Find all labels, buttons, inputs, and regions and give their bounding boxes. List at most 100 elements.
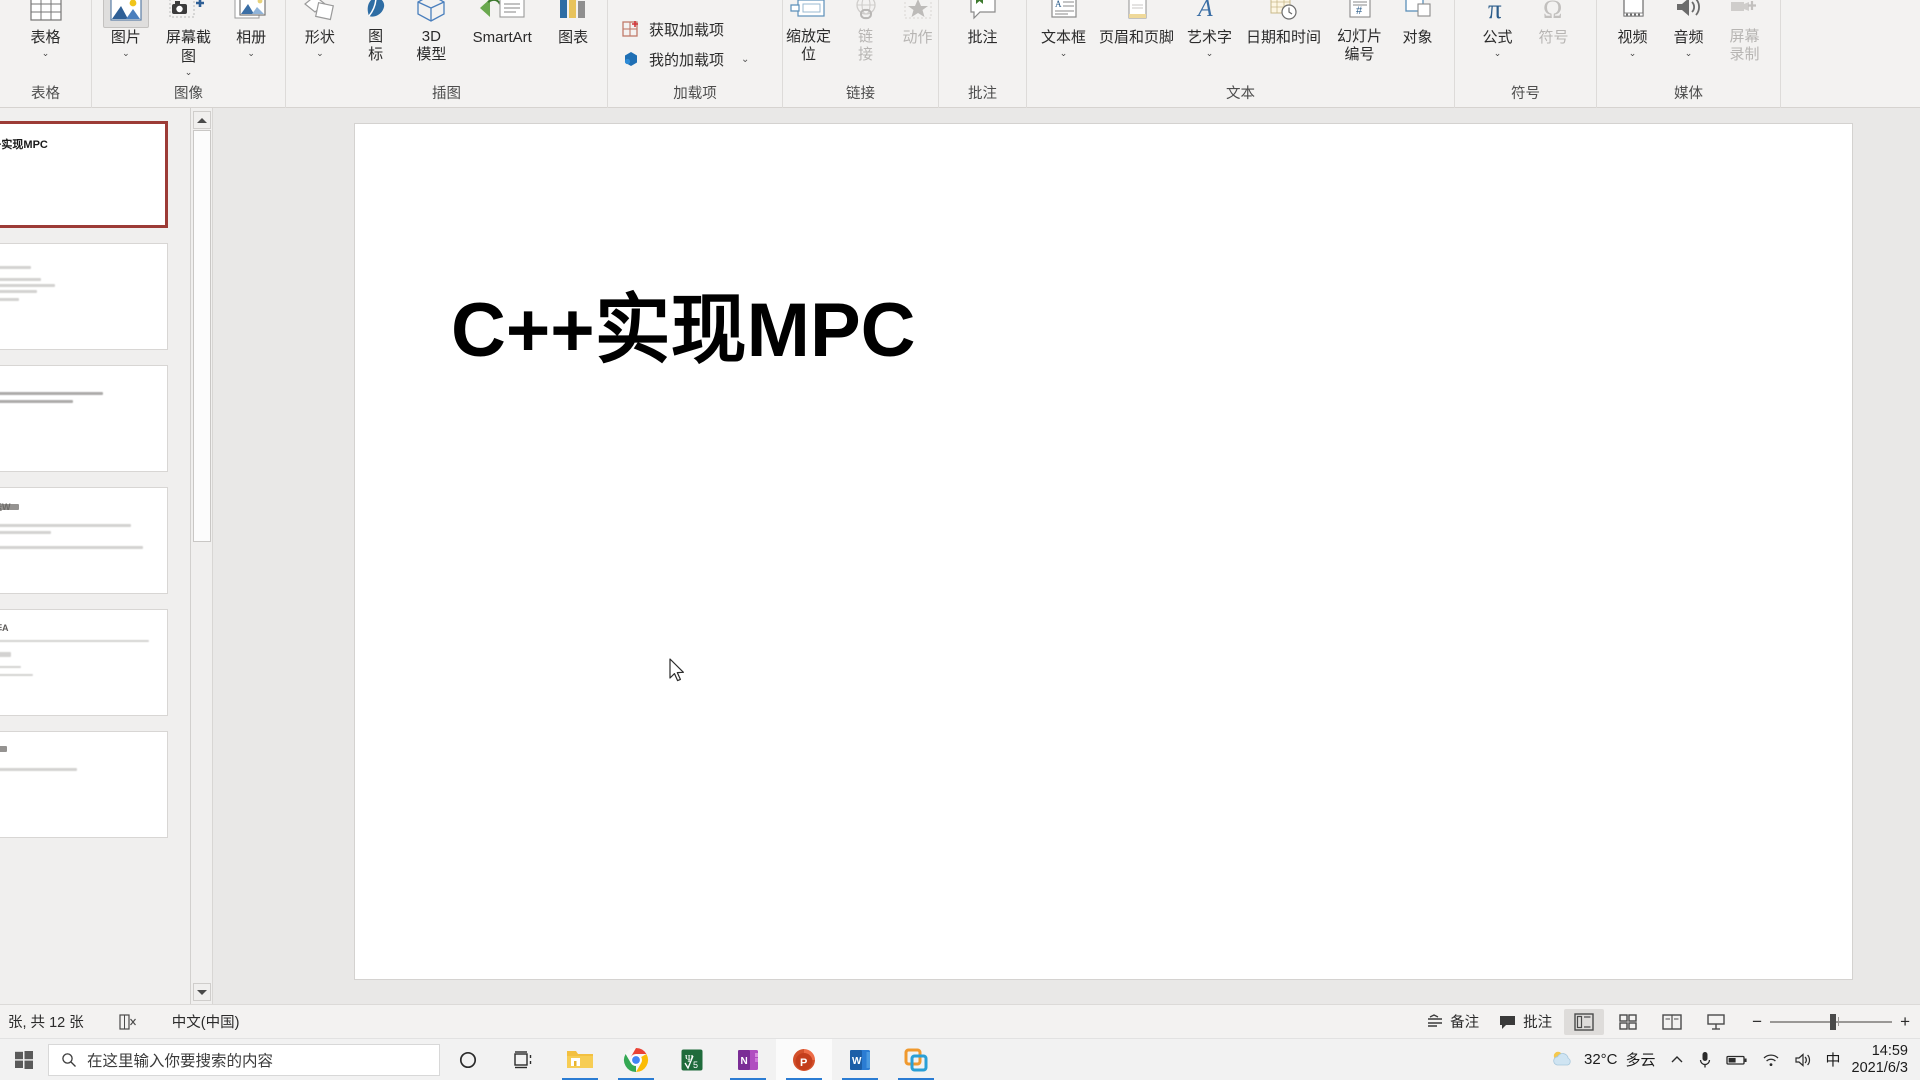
slide-thumbnail-2[interactable] <box>0 243 168 350</box>
chevron-down-icon[interactable]: ⌄ <box>185 67 193 77</box>
zoom-out-button[interactable]: − <box>1752 1012 1762 1032</box>
scroll-down-button[interactable] <box>193 983 211 1001</box>
ribbon-button-audio[interactable]: 音频 ⌄ <box>1661 0 1717 58</box>
addins-icon <box>620 48 642 70</box>
triangle-up-icon <box>197 117 207 123</box>
network-tray-button[interactable] <box>1755 1039 1787 1080</box>
chevron-down-icon[interactable]: ⌄ <box>42 48 50 58</box>
ribbon-button-equation[interactable]: π 公式 ⌄ <box>1470 0 1526 58</box>
ribbon-label: 3D 模型 <box>416 28 447 63</box>
taskbar-app-file-explorer[interactable] <box>552 1039 608 1080</box>
chevron-down-icon[interactable]: ⌄ <box>1685 48 1693 58</box>
ribbon-button-table[interactable]: 表格 ⌄ <box>18 0 74 58</box>
start-button[interactable] <box>0 1039 48 1080</box>
slide-thumbnail-6[interactable] <box>0 731 168 838</box>
system-tray: 32°C 多云 中 14:59 2021/6/3 <box>1543 1039 1920 1080</box>
chevron-down-icon[interactable]: ⌄ <box>1206 48 1214 58</box>
ribbon-button-header-footer[interactable]: 页眉和页脚 <box>1092 0 1182 47</box>
ribbon-button-get-addins[interactable]: 获取加载项 <box>614 14 730 44</box>
ribbon-group-illustrations: 形状 ⌄ 图 标 3D 模型 SmartArt 图表 插图 <box>286 0 608 108</box>
svg-text:W: W <box>852 1056 862 1067</box>
ribbon-button-object[interactable]: 对象 <box>1390 0 1446 47</box>
chevron-down-icon[interactable]: ⌄ <box>316 48 324 58</box>
slide-thumbnail-3[interactable] <box>0 365 168 472</box>
taskbar-app-chrome[interactable] <box>608 1039 664 1080</box>
chevron-down-icon[interactable]: ⌄ <box>1494 48 1502 58</box>
slide-title-placeholder[interactable]: C++实现MPC <box>451 276 1751 406</box>
ribbon-button-smartart[interactable]: SmartArt <box>459 0 545 47</box>
view-button-slide-sorter[interactable] <box>1608 1009 1648 1035</box>
chevron-down-icon[interactable]: ⌄ <box>741 54 749 65</box>
taskbar-app-word[interactable]: W <box>832 1039 888 1080</box>
taskbar-app-mathtype[interactable]: Ψ 5 <box>664 1039 720 1080</box>
show-hidden-icons-button[interactable] <box>1663 1039 1691 1080</box>
cortana-button[interactable] <box>440 1039 496 1080</box>
ribbon-button-pictures[interactable]: 图片 ⌄ <box>98 0 154 58</box>
search-placeholder: 在这里输入你要搜索的内容 <box>87 1052 274 1070</box>
slide-number-icon: # <box>1337 0 1383 28</box>
taskbar-app-onenote[interactable]: N <box>720 1039 776 1080</box>
comments-button[interactable]: 批注 <box>1491 1008 1560 1035</box>
ribbon-label: 缩放定 位 <box>785 28 831 63</box>
slide-thumbnail-4[interactable]: 迭W <box>0 487 168 594</box>
svg-text:#: # <box>1356 5 1363 17</box>
thumbnail-pane-scrollbar[interactable] <box>191 108 213 1004</box>
slide-thumbnail-5[interactable]: 阵A <box>0 609 168 716</box>
ribbon-button-slide-number[interactable]: # 幻灯片 编号 <box>1330 0 1390 64</box>
taskbar-app-powerpoint[interactable]: P <box>776 1038 832 1080</box>
ribbon-button-my-addins[interactable]: 我的加载项 ⌄ <box>614 44 755 74</box>
battery-tray-button[interactable] <box>1719 1039 1755 1080</box>
chevron-down-icon[interactable]: ⌄ <box>1060 48 1068 58</box>
slide-thumbnail-title: 阵A <box>0 623 9 633</box>
ribbon-button-screenshot[interactable]: 屏幕截图 ⌄ <box>154 0 224 77</box>
ribbon-button-text-box[interactable]: A 文本框 ⌄ <box>1036 0 1092 58</box>
ribbon-button-video[interactable]: 视频 ⌄ <box>1605 0 1661 58</box>
ribbon-button-3d-model[interactable]: 3D 模型 <box>404 0 460 64</box>
chevron-down-icon[interactable]: ⌄ <box>1629 48 1637 58</box>
ribbon-button-comment[interactable]: 批注 <box>955 0 1011 47</box>
ribbon-button-shapes[interactable]: 形状 ⌄ <box>292 0 348 58</box>
view-button-reading[interactable] <box>1652 1009 1692 1035</box>
wifi-icon <box>1763 1053 1778 1066</box>
ribbon-button-date-time[interactable]: 日期和时间 <box>1238 0 1330 47</box>
volume-tray-button[interactable] <box>1787 1039 1819 1080</box>
slide-canvas[interactable]: C++实现MPC <box>355 124 1852 979</box>
windows-taskbar: 在这里输入你要搜索的内容 Ψ 5 N P W 32°C 多云 中 14:59 2… <box>0 1038 1920 1080</box>
slide-thumbnail-1[interactable]: +实现MPC <box>0 121 168 228</box>
chevron-down-icon[interactable]: ⌄ <box>247 48 255 58</box>
view-button-slideshow[interactable] <box>1696 1009 1736 1035</box>
ribbon-button-chart[interactable]: 图表 <box>545 0 601 47</box>
accessibility-check-button[interactable] <box>110 1010 146 1034</box>
slide-editor-area[interactable]: C++实现MPC <box>213 108 1920 1004</box>
zoom-in-button[interactable]: + <box>1900 1012 1910 1032</box>
ime-indicator[interactable]: 中 <box>1819 1039 1848 1080</box>
scrollbar-thumb[interactable] <box>193 130 211 542</box>
audio-icon <box>1666 0 1712 28</box>
taskbar-app-vmware[interactable] <box>888 1039 944 1080</box>
language-indicator[interactable]: 中文(中国) <box>164 1008 248 1035</box>
weather-temperature: 32°C <box>1584 1051 1618 1068</box>
ribbon-button-icons[interactable]: 图 标 <box>348 0 404 64</box>
svg-text:N: N <box>741 1056 748 1067</box>
chevron-down-icon[interactable]: ⌄ <box>122 48 130 58</box>
ribbon-button-photo-album[interactable]: 相册 ⌄ <box>223 0 279 58</box>
ribbon-button-zoom-locate[interactable]: 缩放定 位 <box>778 0 840 64</box>
ribbon-button-wordart[interactable]: A 艺术字 ⌄ <box>1182 0 1238 58</box>
task-view-button[interactable] <box>496 1039 552 1080</box>
cube-icon <box>408 0 454 28</box>
taskbar-search-box[interactable]: 在这里输入你要搜索的内容 <box>48 1043 440 1076</box>
slide-title-text[interactable]: C++实现MPC <box>451 276 1751 386</box>
notes-button[interactable]: 备注 <box>1418 1008 1487 1035</box>
slide-count-indicator[interactable]: 张, 共 12 张 <box>0 1008 92 1035</box>
zoom-locate-icon <box>786 0 832 28</box>
slide-thumbnail-pane[interactable]: +实现MPC 迭W 阵A <box>0 108 191 1004</box>
zoom-slider-handle[interactable] <box>1830 1013 1837 1030</box>
taskbar-clock[interactable]: 14:59 2021/6/3 <box>1848 1043 1912 1077</box>
zoom-control[interactable]: − + <box>1752 1012 1910 1032</box>
video-icon <box>1610 0 1656 28</box>
view-button-normal[interactable] <box>1564 1008 1605 1035</box>
scroll-up-button[interactable] <box>193 111 211 129</box>
zoom-slider[interactable] <box>1770 1013 1893 1030</box>
microphone-tray-button[interactable] <box>1691 1039 1719 1080</box>
weather-widget[interactable]: 32°C 多云 <box>1543 1039 1663 1080</box>
